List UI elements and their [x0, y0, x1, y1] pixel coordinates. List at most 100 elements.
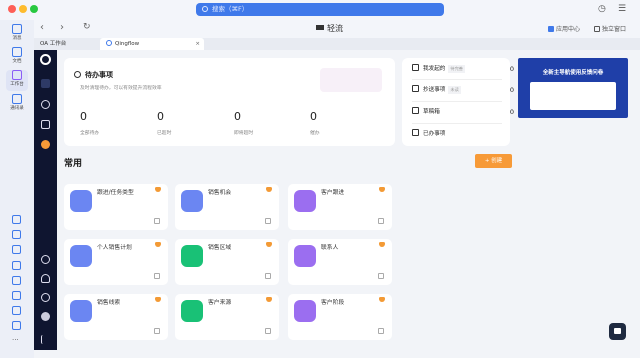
tile-customer-stage[interactable]: 客户阶段: [288, 294, 392, 340]
edit-icon[interactable]: [378, 273, 384, 279]
tile-sales-opportunity[interactable]: 销售机会: [175, 184, 279, 230]
close-window-icon[interactable]: [8, 5, 16, 13]
mail-icon[interactable]: [12, 276, 21, 285]
tab-qingflow[interactable]: Qingflow ×: [100, 38, 204, 50]
bell-icon[interactable]: [41, 274, 50, 283]
help-icon[interactable]: [41, 293, 50, 302]
cloud-icon[interactable]: [12, 215, 21, 224]
drafts-item[interactable]: 草稿箱 0: [412, 106, 514, 118]
menu-icon[interactable]: ☰: [618, 4, 626, 14]
sidebar-item-label: 文档: [12, 59, 22, 64]
tile-label: 客户跟进: [321, 190, 345, 196]
maximize-window-icon[interactable]: [30, 5, 38, 13]
app-title: 轻流: [316, 23, 343, 34]
app-icon: [70, 300, 92, 322]
minimize-window-icon[interactable]: [19, 5, 27, 13]
chat-icon: [614, 328, 621, 334]
qingflow-tab-icon: [106, 40, 112, 46]
standalone-window-button[interactable]: 独立窗口: [594, 24, 626, 33]
close-tab-icon[interactable]: ×: [195, 38, 200, 50]
box-icon[interactable]: [12, 321, 21, 330]
stat-reminders[interactable]: 0 催办: [310, 110, 370, 136]
edit-icon[interactable]: [154, 273, 160, 279]
sidebar-item-label: 消息: [12, 36, 22, 41]
item-count: 0: [509, 108, 514, 116]
video-icon[interactable]: [12, 230, 21, 239]
edit-icon[interactable]: [378, 218, 384, 224]
sidebar-item-docs[interactable]: 文档: [6, 47, 28, 67]
app-icon: [70, 245, 92, 267]
tab-oa-workbench[interactable]: OA 工作台: [34, 38, 100, 50]
favorite-heart-icon[interactable]: [155, 297, 161, 302]
home-icon[interactable]: [41, 79, 50, 88]
todo-title-label: 待办事项: [85, 71, 113, 79]
edit-icon[interactable]: [265, 328, 271, 334]
sidebar-item-contacts[interactable]: 通讯录: [6, 94, 28, 114]
stat-all-todo[interactable]: 0 全部待办: [80, 110, 140, 136]
notice-dot-icon[interactable]: [41, 140, 50, 149]
tile-customer-source[interactable]: 客户来源: [175, 294, 279, 340]
tile-contacts[interactable]: 联系人: [288, 239, 392, 285]
edit-icon[interactable]: [378, 328, 384, 334]
edit-icon[interactable]: [154, 218, 160, 224]
create-button[interactable]: + 创建: [475, 154, 512, 168]
favorite-heart-icon[interactable]: [155, 187, 161, 192]
tile-customer-follow-up[interactable]: 客户跟进: [288, 184, 392, 230]
favorite-heart-icon[interactable]: [155, 242, 161, 247]
sidebar-item-messages[interactable]: 消息: [6, 24, 28, 44]
done-check-icon: [412, 129, 419, 136]
edit-icon[interactable]: [265, 273, 271, 279]
stat-value: 0: [80, 110, 87, 123]
app-icon[interactable]: [12, 291, 21, 300]
lightning-icon[interactable]: [12, 261, 21, 270]
qingflow-logo-icon[interactable]: [40, 54, 51, 65]
initiated-by-me-item[interactable]: 我发起的 待完善 0: [412, 63, 514, 75]
edit-icon[interactable]: [154, 328, 160, 334]
done-item[interactable]: 已办事项: [412, 128, 512, 140]
favorite-heart-icon[interactable]: [266, 187, 272, 192]
approval-icon[interactable]: [12, 245, 21, 254]
stat-overdue[interactable]: 0 已超时: [157, 110, 217, 136]
banner-screenshot: [530, 82, 616, 110]
forward-icon[interactable]: ›: [60, 22, 64, 33]
apps-grid-icon[interactable]: [41, 120, 50, 129]
drafts-icon: [412, 107, 419, 114]
calendar-icon[interactable]: [12, 306, 21, 315]
search-icon[interactable]: [41, 100, 50, 109]
stat-value: 0: [234, 110, 241, 123]
app-title-label: 轻流: [327, 24, 343, 33]
more-icon[interactable]: ···: [12, 336, 21, 345]
back-icon[interactable]: ‹: [40, 22, 44, 33]
history-icon[interactable]: ◷: [598, 4, 606, 14]
favorite-heart-icon[interactable]: [379, 187, 385, 192]
tab-label: OA 工作台: [40, 41, 67, 47]
tile-sales-leads[interactable]: 销售线索: [64, 294, 168, 340]
avatar[interactable]: [41, 312, 50, 321]
sidebar-item-workbench[interactable]: 工作台: [6, 70, 28, 91]
global-search-input[interactable]: 搜索（⌘F）: [196, 3, 444, 16]
favorite-heart-icon[interactable]: [379, 297, 385, 302]
tile-follow-up-type[interactable]: 跟进/任务类型: [64, 184, 168, 230]
favorite-heart-icon[interactable]: [266, 242, 272, 247]
app-icon: [181, 245, 203, 267]
tile-sales-region[interactable]: 销售区域: [175, 239, 279, 285]
app-icon: [70, 190, 92, 212]
refresh-icon[interactable]: ↻: [83, 22, 91, 32]
chat-button[interactable]: [609, 323, 626, 340]
tile-label: 联系人: [321, 245, 339, 251]
users-icon[interactable]: [41, 255, 50, 264]
favorite-heart-icon[interactable]: [379, 242, 385, 247]
stat-due-soon[interactable]: 0 即将超时: [234, 110, 294, 136]
item-label: 已办事项: [423, 131, 446, 137]
search-icon: [202, 6, 208, 12]
app-center-button[interactable]: 应用中心: [548, 24, 580, 33]
tile-label: 客户来源: [208, 300, 232, 306]
edit-icon[interactable]: [265, 218, 271, 224]
tile-personal-sales-plan[interactable]: 个人销售计划: [64, 239, 168, 285]
cc-items[interactable]: 抄送事项 未读 0: [412, 84, 514, 96]
app-icon: [181, 300, 203, 322]
todo-card: 待办事项 及时清理待办，可以有效提升流程效率 0 全部待办 0 已超时 0 即将超时 …: [64, 58, 395, 146]
collapse-icon[interactable]: [41, 335, 50, 344]
feedback-banner[interactable]: 全新主导航使用反馈问卷: [518, 58, 628, 118]
favorite-heart-icon[interactable]: [266, 297, 272, 302]
